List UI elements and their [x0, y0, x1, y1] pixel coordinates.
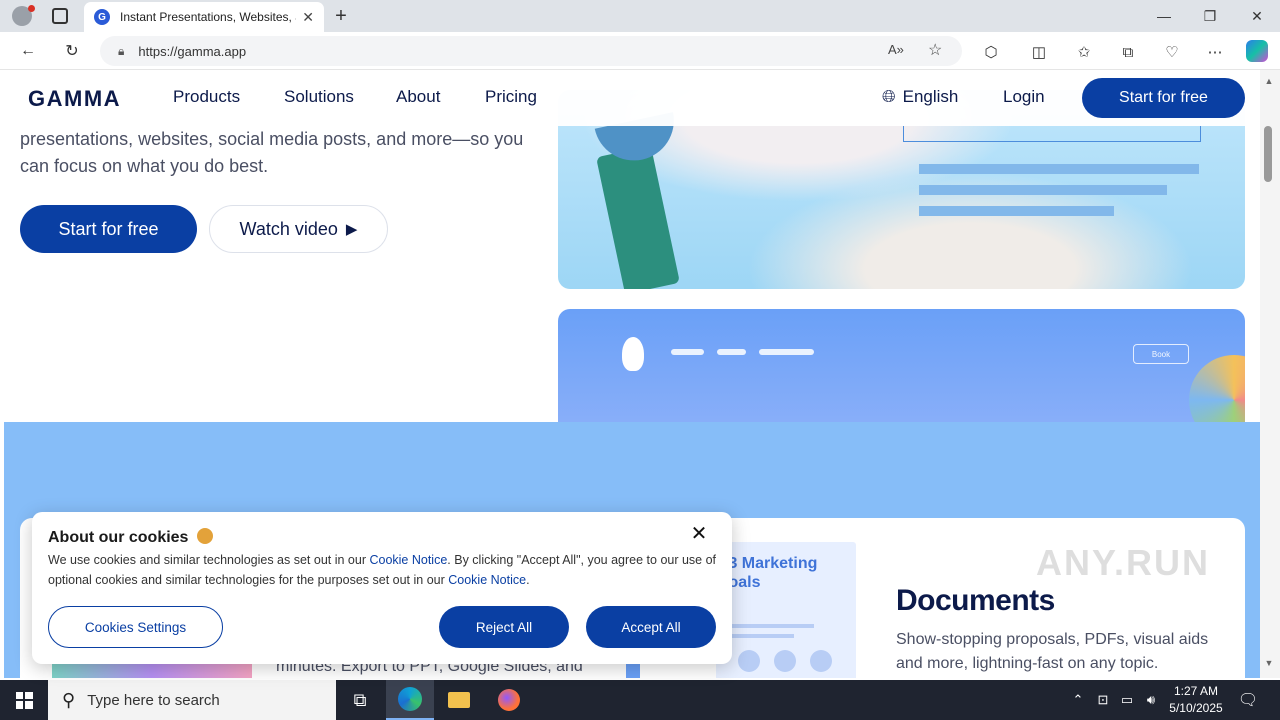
- edge-taskbar-icon[interactable]: [386, 680, 434, 720]
- back-icon[interactable]: ←: [16, 40, 40, 62]
- mock-book-button: Book: [1133, 344, 1189, 364]
- more-menu-icon[interactable]: ⋯: [1204, 41, 1226, 63]
- play-icon: ▶: [345, 221, 358, 238]
- notifications-icon[interactable]: 🗨︎: [1236, 680, 1260, 720]
- balloon-graphic: [1189, 355, 1245, 429]
- watch-video-label: Watch video: [239, 218, 338, 239]
- nav-about[interactable]: About: [396, 87, 440, 107]
- cookie-notice-link[interactable]: Cookie Notice: [369, 553, 447, 567]
- split-screen-icon[interactable]: ◫: [1028, 41, 1050, 63]
- mock-pie: [774, 650, 796, 672]
- search-icon: ⚲: [62, 689, 76, 710]
- mock-ui-bar: [919, 206, 1114, 216]
- tab-title: Instant Presentations, Websites, a: [120, 10, 297, 24]
- cookie-title-text: About our cookies: [48, 529, 189, 546]
- nav-solutions[interactable]: Solutions: [284, 87, 354, 107]
- scroll-up-icon[interactable]: ▲: [1262, 74, 1276, 88]
- restore-button[interactable]: ❐: [1187, 4, 1233, 28]
- copilot-icon[interactable]: [1246, 40, 1268, 62]
- volume-icon[interactable]: 🔊︎: [1141, 680, 1161, 720]
- lock-icon: 🔒︎: [118, 43, 125, 58]
- minimize-button[interactable]: —: [1141, 4, 1187, 28]
- browser-essentials-icon[interactable]: ♡: [1161, 41, 1183, 63]
- language-selector[interactable]: 🌐︎ English: [882, 87, 958, 107]
- close-window-button[interactable]: ✕: [1234, 4, 1280, 28]
- new-tab-button[interactable]: +: [330, 4, 352, 28]
- cookie-dialog: About our cookies ✕ We use cookies and s…: [32, 512, 732, 664]
- notification-dot: [28, 5, 35, 12]
- mock-pie: [738, 650, 760, 672]
- login-link[interactable]: Login: [1003, 87, 1045, 107]
- hero-description: presentations, websites, social media po…: [20, 129, 524, 176]
- favorite-star-icon[interactable]: ☆: [928, 40, 942, 60]
- language-label: English: [902, 87, 959, 106]
- watch-video-button[interactable]: Watch video ▶: [209, 205, 388, 253]
- url-field[interactable]: 🔒︎ https://gamma.app A» ☆: [100, 36, 962, 66]
- document-preview: Q3 Marketing Goals: [716, 542, 856, 678]
- extensions-icon[interactable]: ⬡: [980, 41, 1002, 63]
- hero-start-button[interactable]: Start for free: [20, 205, 197, 253]
- mock-line: [724, 634, 794, 638]
- cookie-body: We use cookies and similar technologies …: [48, 550, 724, 590]
- favorites-icon[interactable]: ✩: [1073, 41, 1095, 63]
- mock-nav-pill: [759, 349, 814, 355]
- mock-nav-pill: [671, 349, 704, 355]
- url-text: https://gamma.app: [138, 43, 247, 59]
- nav-products[interactable]: Products: [173, 87, 240, 107]
- network-icon[interactable]: ⊡: [1093, 680, 1113, 720]
- globe-icon: 🌐︎: [882, 87, 896, 106]
- scroll-thumb[interactable]: [1264, 126, 1272, 182]
- collections-icon[interactable]: ⧉: [1117, 41, 1139, 63]
- firefox-icon[interactable]: [485, 680, 533, 720]
- website-preview: Book: [558, 309, 1245, 429]
- documents-description: Show-stopping proposals, PDFs, visual ai…: [896, 631, 1209, 672]
- anyrun-watermark: ANY.RUN: [1036, 542, 1211, 583]
- cookie-title: About our cookies: [48, 528, 213, 547]
- mock-ui-box: [903, 126, 1201, 142]
- tab-actions-icon[interactable]: [52, 8, 68, 24]
- tray-chevron-icon[interactable]: ⌃: [1068, 680, 1088, 720]
- task-view-icon[interactable]: ⧉: [336, 680, 384, 720]
- accept-all-button[interactable]: Accept All: [586, 606, 716, 648]
- gamma-favicon-icon: G: [94, 9, 110, 25]
- gamma-logo[interactable]: GAMMA: [28, 86, 121, 112]
- clock-date: 5/10/2025: [1169, 701, 1223, 715]
- balloon-icon: [622, 337, 644, 371]
- document-preview-title: Q3 Marketing Goals: [716, 555, 818, 591]
- mock-nav-pill: [717, 349, 746, 355]
- tab-close-icon[interactable]: ✕: [302, 9, 314, 26]
- cookie-notice-link[interactable]: Cookie Notice: [448, 573, 526, 587]
- reject-all-button[interactable]: Reject All: [439, 606, 569, 648]
- windows-start-button[interactable]: [0, 680, 48, 720]
- cookie-body-text: .: [526, 573, 530, 587]
- mock-pie: [810, 650, 832, 672]
- refresh-icon[interactable]: ↻: [60, 40, 84, 62]
- active-tab[interactable]: G Instant Presentations, Websites, a ✕: [84, 2, 324, 32]
- mock-ui-bar: [919, 185, 1167, 195]
- nav-start-button[interactable]: Start for free: [1082, 78, 1245, 118]
- taskbar-search[interactable]: ⚲ Type here to search: [48, 680, 336, 720]
- documents-title: Documents: [896, 584, 1055, 617]
- site-header: GAMMA Products Solutions About Pricing 🌐…: [4, 70, 1260, 126]
- mock-ui-bar: [919, 164, 1199, 174]
- nav-pricing[interactable]: Pricing: [485, 87, 537, 107]
- windows-logo-icon: [15, 691, 33, 709]
- cookie-icon: [196, 528, 213, 544]
- search-placeholder: Type here to search: [87, 691, 220, 709]
- close-icon[interactable]: ✕: [688, 522, 710, 545]
- address-bar-row: ← ↻ 🔒︎ https://gamma.app A» ☆ ⬡ ◫ ✩ ⧉ ♡ …: [0, 32, 1280, 70]
- mock-line: [724, 624, 814, 628]
- page-scrollbar[interactable]: ▲ ▼: [1260, 70, 1280, 678]
- teal-shape: [596, 145, 680, 289]
- cookies-settings-button[interactable]: Cookies Settings: [48, 606, 223, 648]
- system-clock[interactable]: 1:27 AM 5/10/2025: [1162, 683, 1230, 717]
- clock-time: 1:27 AM: [1173, 684, 1219, 698]
- read-aloud-icon[interactable]: A»: [888, 42, 904, 57]
- file-explorer-icon[interactable]: [435, 680, 483, 720]
- cookie-body-text: We use cookies and similar technologies …: [48, 553, 370, 567]
- browser-tab-bar: G Instant Presentations, Websites, a ✕ +…: [0, 0, 1280, 32]
- ethernet-icon[interactable]: ▭: [1117, 680, 1137, 720]
- taskbar: ⚲ Type here to search ⧉ ⌃ ⊡ ▭ 🔊︎ 1:27 AM…: [0, 680, 1280, 720]
- scroll-down-icon[interactable]: ▼: [1262, 656, 1276, 670]
